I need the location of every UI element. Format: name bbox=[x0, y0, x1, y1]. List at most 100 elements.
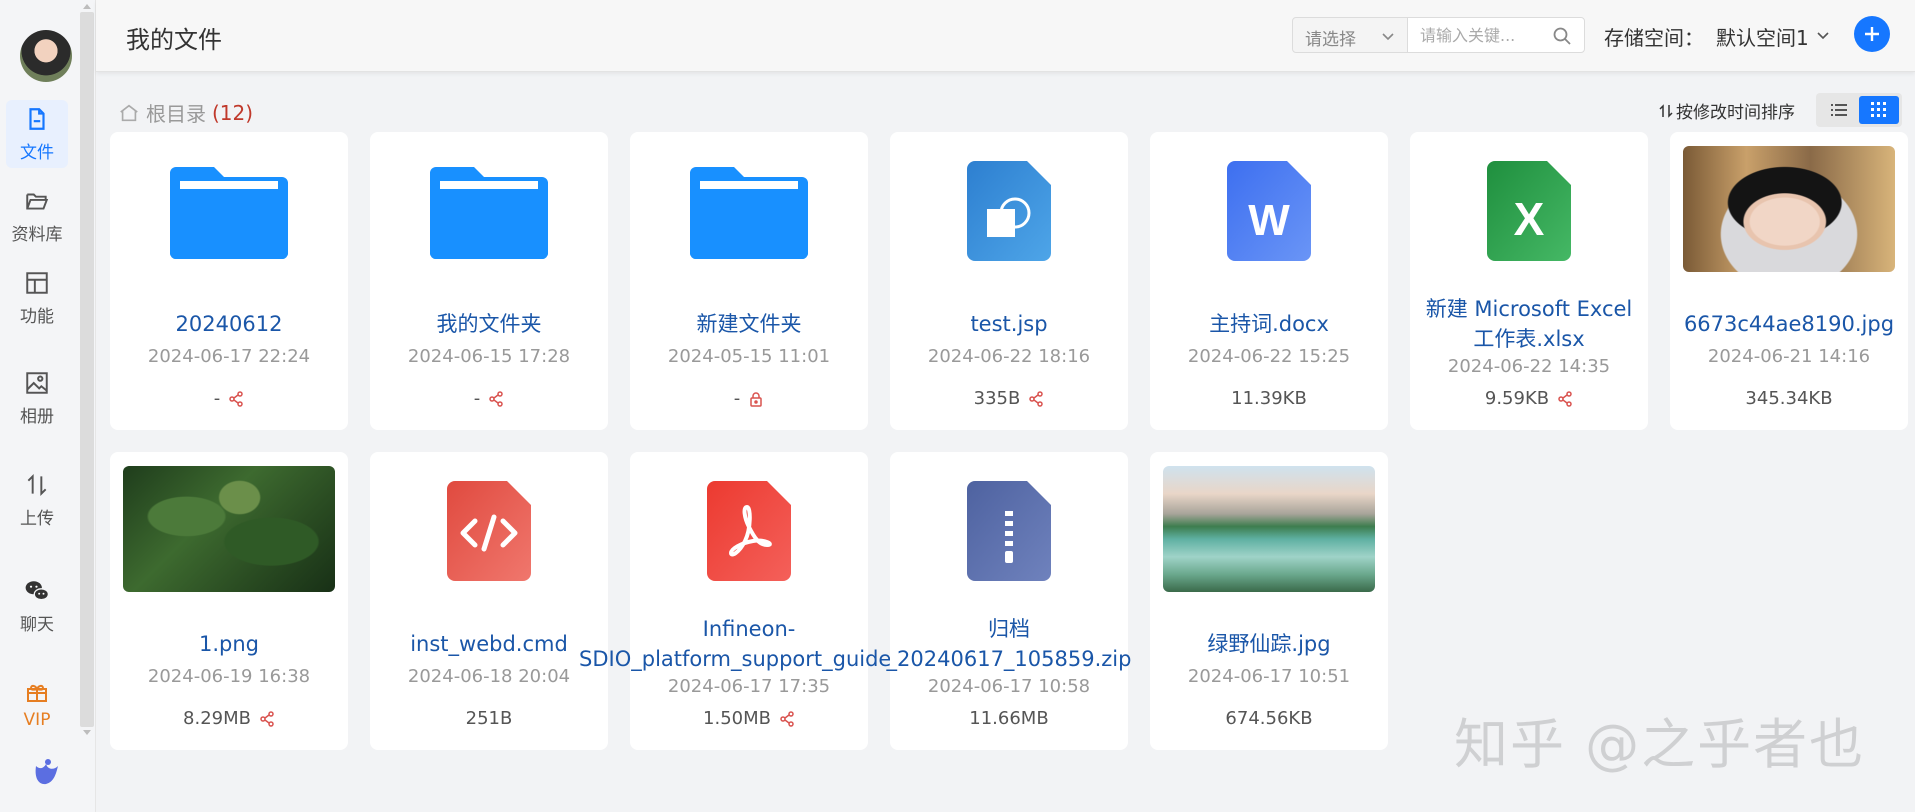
sidebar-item-upload[interactable]: 上传 bbox=[6, 466, 68, 534]
share-icon[interactable] bbox=[779, 710, 795, 727]
thumbnail bbox=[370, 146, 608, 276]
file-name[interactable]: 我的文件夹 bbox=[380, 294, 598, 354]
list-icon bbox=[1831, 104, 1847, 116]
filter-select[interactable]: 请选择 bbox=[1292, 17, 1408, 53]
file-name[interactable]: Infineon-SDIO_platform_support_guide-... bbox=[579, 614, 919, 674]
file-card[interactable]: X 新建 Microsoft Excel 工作表.xlsx 2024-06-22… bbox=[1410, 132, 1648, 430]
share-icon[interactable] bbox=[1028, 390, 1044, 407]
sidebar-item-album[interactable]: 相册 bbox=[6, 364, 68, 432]
file-icon bbox=[29, 107, 45, 130]
sidebar-item-functions[interactable]: 功能 bbox=[6, 264, 68, 332]
file-card[interactable]: 我的文件夹 2024-06-15 17:28 - bbox=[370, 132, 608, 430]
file-name[interactable]: 1.png bbox=[120, 614, 338, 674]
file-meta: 11.66MB bbox=[890, 708, 1128, 729]
code-file-icon bbox=[447, 481, 531, 581]
file-date: 2024-06-17 10:51 bbox=[1187, 666, 1351, 687]
add-button[interactable] bbox=[1854, 16, 1890, 52]
file-card[interactable]: W 主持词.docx 2024-06-22 15:25 11.39KB bbox=[1150, 132, 1388, 430]
lake-photo bbox=[1163, 466, 1375, 592]
share-icon[interactable] bbox=[488, 390, 504, 407]
file-date: 2024-06-18 20:04 bbox=[407, 666, 571, 687]
file-date: 2024-06-17 17:35 bbox=[667, 676, 831, 697]
thumbnail bbox=[1670, 144, 1908, 274]
file-meta: 674.56KB bbox=[1150, 708, 1388, 729]
file-card[interactable]: 归档_20240617_105859.zip 2024-06-17 10:58 … bbox=[887, 452, 1132, 750]
thumbnail bbox=[110, 464, 348, 594]
file-meta: 345.34KB bbox=[1670, 388, 1908, 409]
thumbnail bbox=[890, 466, 1128, 596]
sidebar-item-chat[interactable]: 聊天 bbox=[6, 572, 68, 640]
breadcrumb[interactable]: 根目录 (12) bbox=[118, 98, 253, 127]
storage-select[interactable]: 默认空间1 bbox=[1716, 22, 1809, 51]
wechat-icon bbox=[25, 580, 50, 600]
folder-icon bbox=[430, 167, 548, 259]
file-date: 2024-06-17 10:58 bbox=[927, 676, 1091, 697]
folder-open-icon bbox=[26, 193, 49, 210]
sidebar-item-label: 文件 bbox=[20, 142, 54, 163]
file-name[interactable]: 20240612 bbox=[120, 294, 338, 354]
thumbnail bbox=[890, 146, 1128, 276]
sidebar-item-label: VIP bbox=[23, 710, 51, 730]
file-name[interactable]: inst_webd.cmd bbox=[380, 614, 598, 674]
file-name[interactable]: 新建文件夹 bbox=[640, 294, 858, 354]
share-icon[interactable] bbox=[228, 390, 244, 407]
avatar[interactable] bbox=[20, 30, 72, 82]
svg-text:X: X bbox=[1514, 193, 1545, 245]
file-meta: 11.39KB bbox=[1150, 388, 1388, 409]
file-size: 674.56KB bbox=[1225, 708, 1313, 729]
sort-button[interactable]: 按修改时间排序 bbox=[1658, 98, 1795, 123]
file-size: 11.66MB bbox=[969, 708, 1049, 729]
sidebar-scrollbar[interactable] bbox=[80, 4, 94, 735]
search-input[interactable] bbox=[1408, 18, 1538, 52]
file-size: - bbox=[213, 388, 221, 409]
view-toggle bbox=[1816, 93, 1902, 127]
thumbnail bbox=[110, 146, 348, 276]
storage-label: 存储空间： bbox=[1604, 26, 1704, 50]
file-meta: 8.29MB bbox=[110, 708, 348, 729]
lock-icon[interactable] bbox=[748, 391, 764, 407]
breadcrumb-root[interactable]: 根目录 bbox=[146, 98, 206, 127]
file-card[interactable]: 绿野仙踪.jpg 2024-06-17 10:51 674.56KB bbox=[1150, 452, 1388, 750]
sidebar-item-vip[interactable]: VIP bbox=[6, 672, 68, 730]
file-size: 9.59KB bbox=[1484, 388, 1550, 409]
file-size: - bbox=[733, 388, 741, 409]
file-card[interactable]: test.jsp 2024-06-22 18:16 335B bbox=[890, 132, 1128, 430]
file-size: 335B bbox=[973, 388, 1021, 409]
file-card[interactable]: 新建文件夹 2024-05-15 11:01 - bbox=[630, 132, 868, 430]
pdf-file-icon bbox=[707, 481, 791, 581]
upload-arrows-icon bbox=[27, 473, 47, 496]
sort-arrows-icon bbox=[1659, 103, 1673, 118]
sidebar-item-library[interactable]: 资料库 bbox=[6, 182, 68, 250]
file-date: 2024-06-15 17:28 bbox=[407, 346, 571, 367]
file-name[interactable]: 主持词.docx bbox=[1160, 294, 1378, 354]
thumbnail bbox=[630, 146, 868, 276]
grid-view-button[interactable] bbox=[1859, 96, 1899, 124]
file-name[interactable]: 6673c44ae8190.jpg bbox=[1680, 294, 1898, 354]
file-card[interactable]: 20240612 2024-06-17 22:24 - bbox=[110, 132, 348, 430]
list-view-button[interactable] bbox=[1819, 96, 1859, 124]
file-meta: 335B bbox=[890, 388, 1128, 409]
home-icon bbox=[120, 104, 138, 121]
search-icon[interactable] bbox=[1552, 26, 1572, 46]
sidebar-item-label: 上传 bbox=[20, 508, 54, 529]
layout-icon bbox=[26, 271, 48, 294]
file-name[interactable]: 绿野仙踪.jpg bbox=[1160, 614, 1378, 674]
file-card[interactable]: Infineon-SDIO_platform_support_guide-...… bbox=[579, 452, 919, 750]
file-card[interactable]: 1.png 2024-06-19 16:38 8.29MB bbox=[110, 452, 348, 750]
file-size: 251B bbox=[465, 708, 513, 729]
page-title: 我的文件 bbox=[126, 26, 222, 54]
share-icon[interactable] bbox=[1557, 390, 1573, 407]
file-card[interactable]: inst_webd.cmd 2024-06-18 20:04 251B bbox=[370, 452, 608, 750]
file-date: 2024-06-17 22:24 bbox=[147, 346, 311, 367]
file-meta: - bbox=[370, 388, 608, 409]
sidebar-item-files[interactable]: 文件 bbox=[6, 100, 68, 168]
file-card[interactable]: 6673c44ae8190.jpg 2024-06-21 14:16 345.3… bbox=[1670, 132, 1908, 430]
folder-icon bbox=[690, 167, 808, 259]
file-date: 2024-05-15 11:01 bbox=[667, 346, 831, 367]
file-count: (12) bbox=[212, 100, 254, 125]
file-name[interactable]: 新建 Microsoft Excel 工作表.xlsx bbox=[1420, 294, 1638, 354]
share-icon[interactable] bbox=[259, 710, 275, 727]
file-name[interactable]: test.jsp bbox=[900, 294, 1118, 354]
chevron-down-icon[interactable] bbox=[1816, 30, 1830, 42]
file-name[interactable]: 归档_20240617_105859.zip bbox=[887, 614, 1132, 674]
